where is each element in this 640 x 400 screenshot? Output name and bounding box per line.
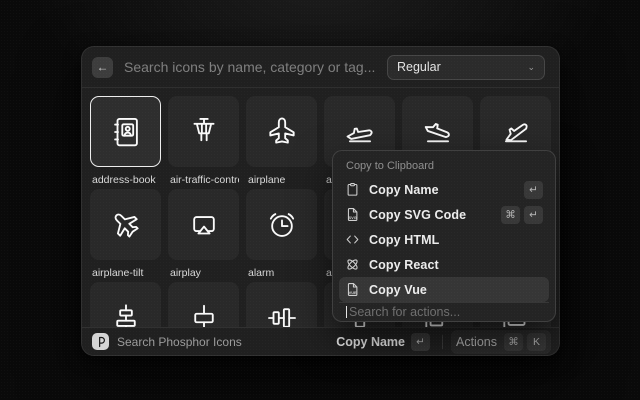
icon-cell-airplane: airplane xyxy=(246,96,317,189)
shortcut-key: ↵ xyxy=(524,181,543,199)
icon-tile-airplay[interactable] xyxy=(168,189,239,260)
icon-cell-airplay: airplay xyxy=(168,189,239,282)
icon-cell-air-traffic-control: air-traffic-control xyxy=(168,96,239,189)
icon-label: air-traffic-control xyxy=(168,167,239,186)
svg-text:SVG: SVG xyxy=(349,215,357,220)
shortcut-key: ↵ xyxy=(524,206,543,224)
icon-cell-align-center-horizontal-simple: align-center-horizontal-simple xyxy=(168,282,239,327)
app-name-label: Search Phosphor Icons xyxy=(117,335,324,349)
menu-item-label: Copy SVG Code xyxy=(369,208,492,222)
icon-tile-align-center-vertical[interactable] xyxy=(246,282,317,327)
menu-item-copy-html[interactable]: Copy HTML xyxy=(339,227,549,252)
icon-label: alarm xyxy=(246,260,317,279)
footer-divider xyxy=(442,335,443,349)
shortcut-key: K xyxy=(527,333,546,351)
air-traffic-control-icon xyxy=(187,115,221,149)
code-icon xyxy=(345,232,360,247)
align-center-vertical-icon xyxy=(265,301,299,328)
icon-cell-align-center-vertical: align-center-vertical xyxy=(246,282,317,327)
menu-item-copy-name[interactable]: Copy Name ↵ xyxy=(339,177,549,202)
menu-item-copy-vue[interactable]: VUE Copy Vue xyxy=(339,277,549,302)
phosphor-logo-icon xyxy=(92,333,109,350)
menu-item-label: Copy HTML xyxy=(369,233,534,247)
chevron-down-icon: ⌄ xyxy=(527,63,535,72)
align-center-horizontal-icon xyxy=(109,301,143,328)
menu-item-shortcuts: ⌘↵ xyxy=(501,206,543,224)
shortcut-key: ↵ xyxy=(411,333,430,351)
icon-tile-align-center-horizontal-simple[interactable] xyxy=(168,282,239,327)
actions-menu: Copy to Clipboard Copy Name ↵ SVG Copy SVG … xyxy=(332,150,556,322)
airplane-in-flight-icon xyxy=(343,115,377,149)
align-center-horizontal-simple-icon xyxy=(187,301,221,328)
clipboard-icon xyxy=(345,182,360,197)
menu-item-copy-svg-code[interactable]: SVG Copy SVG Code ⌘↵ xyxy=(339,202,549,227)
airplane-icon xyxy=(265,115,299,149)
menu-item-label: Copy React xyxy=(369,258,534,272)
icon-label: airplane-tilt xyxy=(90,260,161,279)
file-vue-icon: VUE xyxy=(345,282,360,297)
airplane-landing-icon xyxy=(421,115,455,149)
icon-cell-align-center-horizontal: align-center-horizontal xyxy=(90,282,161,327)
icon-tile-airplane[interactable] xyxy=(246,96,317,167)
airplane-takeoff-icon xyxy=(499,115,533,149)
actions-search-placeholder: Search for actions... xyxy=(349,305,460,319)
icon-tile-air-traffic-control[interactable] xyxy=(168,96,239,167)
text-caret xyxy=(346,306,347,318)
airplay-icon xyxy=(187,208,221,242)
icon-cell-airplane-tilt: airplane-tilt xyxy=(90,189,161,282)
address-book-icon xyxy=(109,115,143,149)
airplane-tilt-icon xyxy=(109,208,143,242)
icon-search-input[interactable] xyxy=(124,59,376,75)
menu-item-list: Copy Name ↵ SVG Copy SVG Code ⌘↵ Copy HTML Cop… xyxy=(339,177,549,302)
actions-button[interactable]: Actions ⌘K xyxy=(451,330,551,354)
icon-label: airplane xyxy=(246,167,317,186)
primary-action-shortcuts: ↵ xyxy=(411,333,430,351)
back-button[interactable]: ← xyxy=(92,57,113,78)
react-icon xyxy=(345,257,360,272)
file-svg-icon: SVG xyxy=(345,207,360,222)
menu-item-copy-react[interactable]: Copy React xyxy=(339,252,549,277)
back-arrow-icon: ← xyxy=(97,60,109,74)
menu-item-shortcuts: ↵ xyxy=(524,181,543,199)
icon-cell-address-book: address-book xyxy=(90,96,161,189)
menu-section-title: Copy to Clipboard xyxy=(339,156,549,177)
actions-button-shortcuts: ⌘K xyxy=(504,333,546,351)
menu-item-label: Copy Vue xyxy=(369,283,534,297)
actions-button-label: Actions xyxy=(456,335,497,349)
icon-cell-alarm: alarm xyxy=(246,189,317,282)
icon-tile-align-center-horizontal[interactable] xyxy=(90,282,161,327)
icon-label: airplay xyxy=(168,260,239,279)
icon-tile-airplane-tilt[interactable] xyxy=(90,189,161,260)
shortcut-key: ⌘ xyxy=(504,333,523,351)
weight-dropdown[interactable]: Regular ⌄ xyxy=(387,55,545,80)
primary-action-button[interactable]: Copy Name ↵ xyxy=(332,331,434,353)
primary-action-label: Copy Name xyxy=(336,335,405,349)
icon-tile-address-book[interactable] xyxy=(90,96,161,167)
actions-search-field[interactable]: Search for actions... xyxy=(339,302,549,321)
icon-tile-alarm[interactable] xyxy=(246,189,317,260)
alarm-icon xyxy=(265,208,299,242)
search-header: ← Regular ⌄ xyxy=(82,47,559,88)
svg-text:VUE: VUE xyxy=(349,290,357,295)
menu-item-label: Copy Name xyxy=(369,183,515,197)
icon-label: address-book xyxy=(90,167,161,186)
shortcut-key: ⌘ xyxy=(501,206,520,224)
status-bar: Search Phosphor Icons Copy Name ↵ Action… xyxy=(82,327,559,355)
weight-dropdown-value: Regular xyxy=(397,60,521,74)
